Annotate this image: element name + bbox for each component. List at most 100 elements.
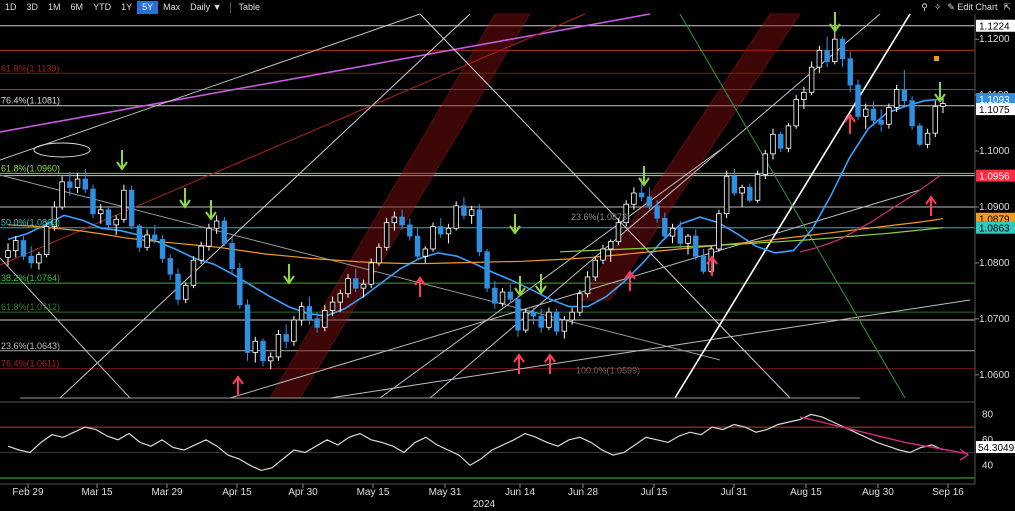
candle-body-106	[824, 49, 830, 62]
candle-16	[128, 185, 135, 230]
candle-body-108	[839, 38, 846, 60]
white-diagonal-9	[329, 299, 971, 399]
candle-body-101	[785, 125, 792, 149]
candle-47	[368, 258, 374, 289]
candle-117	[909, 96, 915, 130]
candle-body-40	[314, 318, 320, 328]
candle-body-25	[198, 245, 204, 261]
candle-body-27	[213, 220, 220, 229]
candle-body-9	[74, 178, 81, 188]
candle-body-82	[638, 192, 645, 198]
candle-body-55	[430, 226, 436, 250]
candle-body-45	[353, 278, 359, 289]
candle-97	[754, 170, 761, 203]
fib-label-2: 50.0%(1.0863)	[1, 218, 60, 228]
candle-110	[855, 79, 861, 121]
candle-107	[832, 30, 838, 65]
candle-98	[762, 149, 768, 180]
candle-body-96	[747, 187, 753, 201]
candle-body-42	[329, 301, 336, 311]
candle-body-35	[275, 334, 282, 358]
candle-body-83	[646, 196, 653, 207]
candle-3	[28, 246, 34, 269]
fib-label-6: 61.8%(1.1139)	[1, 63, 59, 73]
candle-body-88	[685, 235, 691, 244]
candle-body-97	[754, 174, 761, 201]
year-label: 2024	[473, 499, 496, 510]
price-tag-text-2: 1.1075	[979, 105, 1010, 116]
candle-90	[700, 248, 707, 275]
candle-body-119	[924, 132, 931, 145]
candle-body-0	[5, 250, 11, 258]
candle-body-68	[530, 311, 537, 317]
candle-body-77	[600, 248, 606, 261]
candle-66	[515, 295, 521, 337]
candle-body-2	[20, 240, 27, 257]
candle-body-50	[391, 216, 398, 224]
candle-95	[739, 184, 745, 207]
candle-15	[121, 184, 127, 223]
candle-body-15	[121, 189, 127, 220]
rsi-panel	[0, 413, 975, 479]
candle-body-90	[700, 255, 707, 272]
fib-label-8: 23.6%(1.0873)	[571, 212, 630, 222]
y-tick-label-2: 1.1000	[979, 146, 1010, 157]
candle-28	[221, 217, 228, 247]
candle-93	[723, 170, 730, 219]
x-tick-label-12: Aug 30	[862, 487, 894, 498]
candle-13	[105, 207, 112, 230]
candle-86	[669, 223, 676, 244]
candle-106	[824, 36, 830, 68]
price-tag-3: 1.0956	[976, 169, 1015, 183]
candle-36	[283, 324, 289, 348]
candle-body-120	[932, 105, 938, 134]
candle-71	[553, 308, 560, 336]
price-tag-text-0: 1.1224	[979, 22, 1010, 33]
white-diagonal-2	[0, 13, 421, 161]
fib-label-3: 38.2%(1.0764)	[1, 273, 60, 283]
candle-100	[778, 131, 784, 153]
candle-body-104	[808, 66, 815, 93]
candle-body-79	[615, 222, 622, 243]
candle-body-105	[816, 49, 823, 68]
candle-body-43	[337, 293, 343, 303]
candle-113	[878, 109, 884, 132]
candle-body-8	[67, 181, 73, 188]
candle-body-99	[770, 133, 776, 155]
candle-116	[901, 69, 908, 106]
candle-body-67	[523, 311, 529, 331]
candle-29	[229, 237, 235, 275]
fib-label-9: 100.0%(1.0599)	[576, 365, 640, 375]
price-panel: 76.4%(1.1081) 61.8%(1.0960) 50.0%(1.0863) 3…	[0, 12, 975, 399]
candle-7	[59, 176, 65, 210]
candle-body-17	[136, 225, 143, 248]
candle-75	[584, 271, 591, 298]
candle-body-21	[167, 258, 173, 275]
candle-body-76	[592, 259, 598, 278]
x-tick-label-13: Sep 16	[932, 487, 964, 498]
candle-body-31	[244, 304, 251, 353]
x-tick-label-8: Jun 28	[568, 487, 598, 498]
candle-10	[82, 168, 88, 194]
annotation-ellipse	[33, 142, 91, 158]
x-tick-label-3: Apr 15	[222, 487, 252, 498]
x-tick-label-4: Apr 30	[288, 487, 318, 498]
candle-body-107	[832, 38, 838, 62]
candle-49	[383, 218, 390, 251]
candle-body-74	[577, 293, 583, 313]
candle-body-57	[445, 227, 452, 235]
candle-body-11	[90, 188, 96, 215]
candle-body-19	[152, 234, 158, 240]
x-tick-label-5: May 15	[357, 487, 390, 498]
candle-body-95	[739, 187, 745, 194]
candle-body-73	[569, 311, 575, 321]
candle-body-87	[677, 227, 683, 244]
candle-35	[275, 330, 282, 361]
x-tick-label-9: Jul 15	[641, 487, 668, 498]
green-arrow-1	[179, 188, 191, 209]
rsi-arrowhead	[959, 448, 970, 461]
rsi-value-tag: 54.3049	[976, 441, 1015, 454]
rsi-tick-label-0: 80	[982, 409, 994, 420]
candle-31	[244, 299, 251, 361]
candle-body-20	[159, 239, 166, 259]
